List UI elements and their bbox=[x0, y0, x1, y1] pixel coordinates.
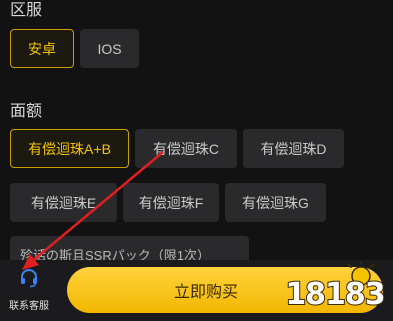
watermark-logo: 18183 bbox=[284, 262, 387, 314]
denomination-section-title: 面额 bbox=[10, 103, 43, 120]
denomination-option-ab[interactable]: 有偿迴珠A+B bbox=[10, 129, 129, 168]
region-section-title: 区服 bbox=[10, 2, 43, 19]
buy-now-label: 立即购买 bbox=[173, 284, 238, 301]
denomination-option-d[interactable]: 有偿迴珠D bbox=[243, 129, 344, 168]
watermark-text: 18183 bbox=[284, 276, 386, 313]
region-option-ios[interactable]: IOS bbox=[80, 29, 139, 68]
contact-service-button[interactable]: 联系客服 bbox=[0, 262, 58, 318]
denomination-option-e[interactable]: 有偿迴珠E bbox=[10, 183, 117, 222]
denomination-option-f[interactable]: 有偿迴珠F bbox=[123, 183, 219, 222]
contact-service-label: 联系客服 bbox=[9, 301, 49, 312]
denomination-option-g[interactable]: 有偿迴珠G bbox=[225, 183, 326, 222]
headset-icon bbox=[19, 268, 39, 293]
denomination-option-c[interactable]: 有偿迴珠C bbox=[135, 129, 237, 168]
region-option-android[interactable]: 安卓 bbox=[10, 29, 74, 68]
